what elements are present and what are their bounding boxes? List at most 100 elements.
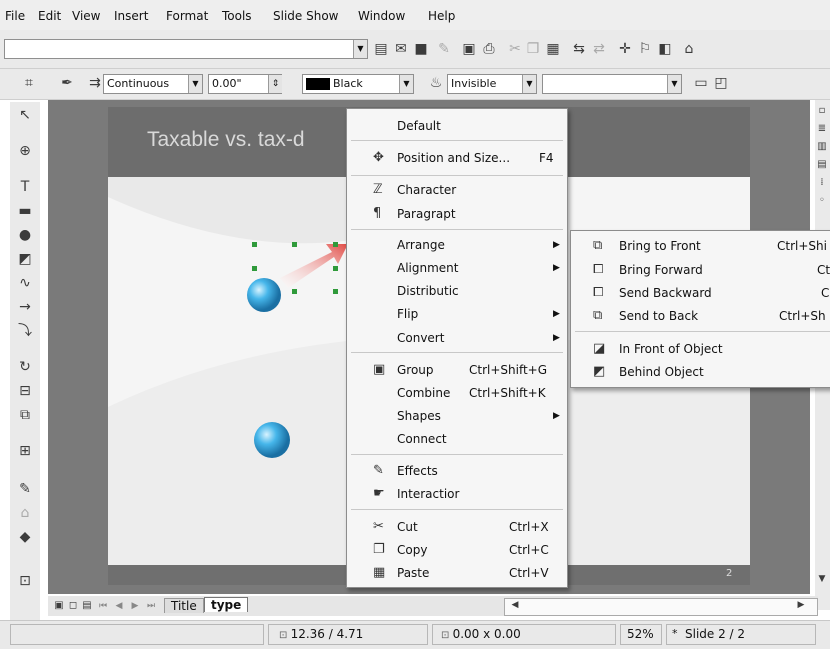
rectangle-icon[interactable]: ▬	[16, 202, 34, 220]
area-fill-select[interactable]	[542, 74, 682, 94]
3d-icon[interactable]: ◆	[16, 528, 34, 546]
status-bar: ⊡ 12.36 / 4.71 ⊡ 0.00 x 0.00 52% Slide 2…	[0, 620, 830, 649]
menu-insert[interactable]: Insert	[114, 9, 148, 23]
menu-item-copy[interactable]: ❐ Copy Ctrl+C	[373, 539, 563, 561]
menu-item-combine[interactable]: Combine Ctrl+Shift+K	[397, 382, 563, 404]
tool-icon[interactable]: ▤	[813, 156, 830, 174]
arrow-style-icon[interactable]: ⇉	[86, 74, 104, 92]
menu-item-arrange[interactable]: Arrange	[397, 234, 445, 256]
edit-icon[interactable]: ✎	[435, 40, 453, 58]
print-icon[interactable]: ⎙	[480, 40, 498, 58]
chevron-down-icon[interactable]: ▼	[667, 75, 681, 93]
zoom-icon[interactable]: ⊕	[16, 142, 34, 160]
tool-icon[interactable]: ⁞	[813, 174, 830, 192]
database-icon[interactable]: ⌂	[680, 40, 698, 58]
alignment-icon[interactable]: ⊟	[16, 382, 34, 400]
menu-item-shapes[interactable]: Shapes	[397, 405, 441, 427]
slide-graphics	[247, 242, 348, 458]
menu-item-connect[interactable]: Connect	[397, 428, 447, 450]
arrange-icon[interactable]: ⧉	[16, 406, 34, 424]
last-slide-icon[interactable]: ⏭	[142, 597, 160, 615]
group-icon: ▣	[373, 362, 386, 377]
menu-slide-show[interactable]: Slide Show	[273, 9, 338, 23]
tab-title[interactable]: Title	[164, 598, 204, 613]
navigator-icon[interactable]: ✛	[616, 40, 634, 58]
save-icon[interactable]: ■	[412, 40, 430, 58]
menu-item-default[interactable]: Default	[397, 115, 441, 137]
menu-edit[interactable]: Edit	[38, 9, 61, 23]
3d-object-icon[interactable]: ◩	[16, 250, 34, 268]
status-size: ⊡ 0.00 x 0.00	[432, 624, 616, 645]
chevron-down-icon[interactable]: ▼	[188, 75, 202, 93]
menu-item-position-size[interactable]: ✥ Position and Size... F4	[373, 147, 563, 169]
redo-icon[interactable]: ⇄	[590, 40, 608, 58]
text-icon[interactable]: T	[16, 178, 34, 196]
menu-item-send-to-back[interactable]: ⧉ Send to Back Ctrl+Sh	[593, 305, 830, 327]
open-icon[interactable]: ✉	[392, 40, 410, 58]
menu-item-flip[interactable]: Flip	[397, 303, 418, 325]
menu-item-bring-to-front[interactable]: ⧉ Bring to Front Ctrl+Shi	[593, 235, 830, 257]
menu-file[interactable]: File	[5, 9, 25, 23]
chevron-down-icon[interactable]: ▼	[399, 75, 413, 93]
pdf-icon[interactable]: ▣	[460, 40, 478, 58]
tool-icon[interactable]: ▫	[813, 102, 830, 120]
menu-format[interactable]: Format	[166, 9, 208, 23]
area-icon[interactable]: ♨	[427, 74, 445, 92]
context-menu: Default ✥ Position and Size... F4 ℤ Char…	[346, 108, 568, 588]
stylist-icon[interactable]: ⚐	[636, 40, 654, 58]
document-icon[interactable]: ▤	[372, 40, 390, 58]
glue-icon[interactable]: ⌂	[16, 504, 34, 522]
scroll-down-icon[interactable]: ▼	[813, 570, 830, 588]
horizontal-scrollbar[interactable]	[504, 598, 818, 616]
tool-icon[interactable]: ≣	[813, 120, 830, 138]
present-icon[interactable]: ⊡	[16, 572, 34, 590]
spinner-icon[interactable]: ⇕	[268, 75, 282, 93]
menu-item-group[interactable]: ▣ Group Ctrl+Shift+G	[373, 359, 563, 381]
menu-item-distribution[interactable]: Distributic	[397, 280, 459, 302]
copy-icon[interactable]: ❐	[524, 40, 542, 58]
menu-tools[interactable]: Tools	[222, 9, 252, 23]
send-to-back-icon: ⧉	[593, 308, 603, 323]
scroll-right-icon[interactable]: ▶	[792, 596, 810, 614]
slide-title[interactable]: Taxable vs. tax-d	[147, 128, 305, 152]
menu-item-cut[interactable]: ✂ Cut Ctrl+X	[373, 516, 563, 538]
menu-item-alignment[interactable]: Alignment	[397, 257, 458, 279]
cut-icon[interactable]: ✂	[506, 40, 524, 58]
effects-icon[interactable]: ✎	[16, 480, 34, 498]
menu-window[interactable]: Window	[358, 9, 405, 23]
rotate-icon[interactable]: ↻	[16, 358, 34, 376]
shadow-icon[interactable]: ▭	[692, 74, 710, 92]
line-fill-toolbar: ⌗ ✒ ⇉ Continuous ▼ 0.00" ⇕ Black ▼ ♨ Inv…	[0, 69, 830, 100]
line-arrow-icon[interactable]: →	[16, 298, 34, 316]
size-icon: ⊡	[441, 630, 453, 641]
frame-icon[interactable]: ◰	[712, 74, 730, 92]
paste-icon[interactable]: ▦	[544, 40, 562, 58]
tool-icon[interactable]: ▥	[813, 138, 830, 156]
undo-icon[interactable]: ⇆	[570, 40, 588, 58]
chevron-down-icon[interactable]: ▼	[353, 40, 367, 58]
line-icon[interactable]: ⌗	[20, 74, 38, 92]
menu-item-send-backward[interactable]: ⧠ Send Backward C	[593, 282, 830, 304]
url-combo[interactable]	[4, 39, 368, 59]
tab-type[interactable]: type	[204, 597, 249, 612]
scroll-left-icon[interactable]: ◀	[506, 596, 524, 614]
status-zoom[interactable]: 52%	[620, 624, 662, 645]
menu-view[interactable]: View	[72, 9, 100, 23]
arrange-submenu: ⧉ Bring to Front Ctrl+Shi ⧠ Bring Forwar…	[570, 230, 830, 388]
menu-help[interactable]: Help	[428, 9, 455, 23]
menu-item-paste[interactable]: ▦ Paste Ctrl+V	[373, 562, 563, 584]
gallery-icon[interactable]: ◧	[656, 40, 674, 58]
connector-icon[interactable]: ⤵	[16, 322, 34, 340]
insert-icon[interactable]: ⊞	[16, 442, 34, 460]
modified-indicator-icon: *	[672, 627, 678, 640]
curve-icon[interactable]: ∿	[16, 274, 34, 292]
ellipse-icon[interactable]: ●	[16, 226, 34, 244]
menu-item-convert[interactable]: Convert	[397, 327, 444, 349]
select-icon[interactable]: ↖	[16, 106, 34, 124]
chevron-down-icon[interactable]: ▼	[522, 75, 536, 93]
slide-number: 2	[726, 568, 733, 579]
tool-icon[interactable]: ◦	[813, 192, 830, 210]
menu-item-bring-forward[interactable]: ⧠ Bring Forward Ct	[593, 259, 830, 281]
paragraph-icon: ¶	[373, 206, 382, 221]
pen-icon[interactable]: ✒	[58, 74, 76, 92]
